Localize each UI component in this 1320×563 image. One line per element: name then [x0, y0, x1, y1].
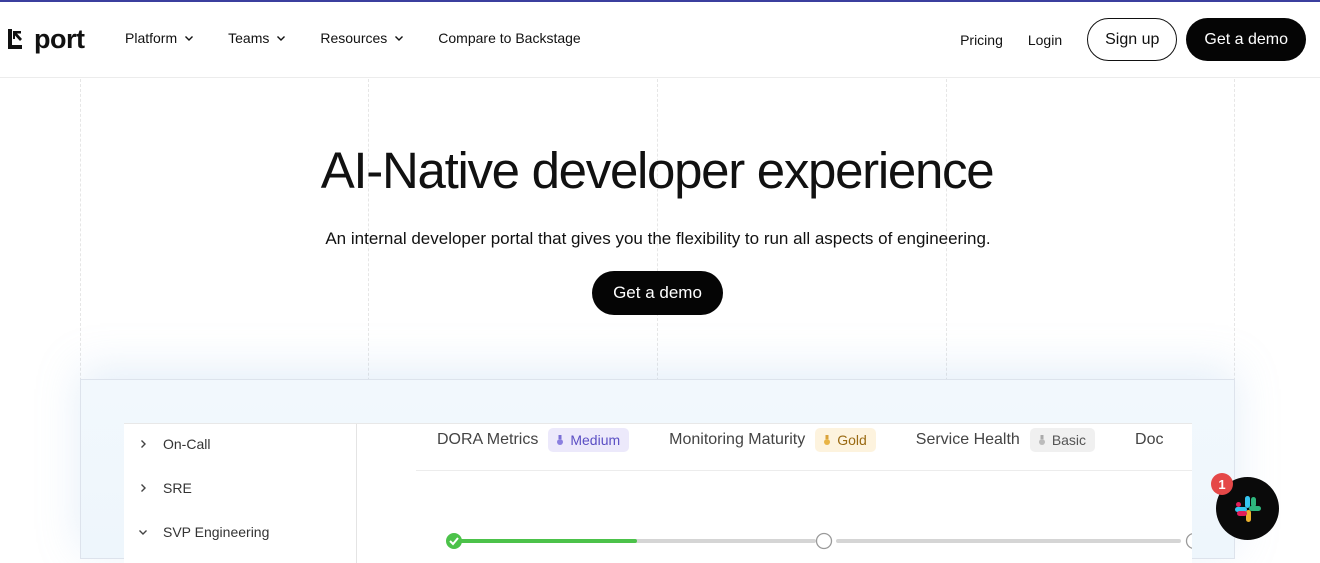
chevron-down-icon [276, 33, 286, 43]
medal-icon [1038, 435, 1046, 446]
sidebar-item-label: SRE [163, 480, 192, 496]
logo-text: port [34, 26, 84, 52]
sidebar-item-label: SVP Engineering [163, 524, 269, 540]
chevron-right-icon [138, 483, 148, 493]
hero-demo-button[interactable]: Get a demo [592, 271, 723, 315]
sidebar-item-svp-engineering[interactable]: SVP Engineering [138, 524, 269, 540]
badge-label: Gold [837, 432, 867, 448]
hero-subtitle: An internal developer portal that gives … [0, 229, 1316, 249]
pricing-link[interactable]: Pricing [960, 32, 1003, 48]
scorecard-row: DORA Metrics Medium Monitoring Maturity … [437, 428, 1174, 452]
header-actions: Pricing Login Sign up Get a demo [960, 18, 1306, 61]
preview-sidebar: On-Call SRE SVP Engineering [124, 424, 357, 563]
nav-teams-label: Teams [228, 30, 269, 46]
badge-label: Basic [1052, 432, 1086, 448]
port-logo-icon [8, 28, 30, 50]
product-preview-card: On-Call SRE SVP Engineering DORA Metrics… [124, 423, 1192, 563]
signup-button[interactable]: Sign up [1087, 18, 1177, 61]
medal-icon [823, 435, 831, 446]
nav-compare-backstage[interactable]: Compare to Backstage [438, 30, 580, 46]
nav-resources-label: Resources [320, 30, 387, 46]
chevron-down-icon [184, 33, 194, 43]
sidebar-item-label: On-Call [163, 436, 210, 452]
empty-step-icon [817, 534, 832, 549]
nav-teams[interactable]: Teams [228, 30, 286, 46]
chevron-down-icon [394, 33, 404, 43]
logo[interactable]: port [8, 26, 84, 52]
hero-title: AI-Native developer experience [0, 141, 1314, 200]
nav-resources[interactable]: Resources [320, 30, 404, 46]
check-step-icon [446, 533, 462, 549]
metric-dora-label: DORA Metrics [437, 431, 538, 449]
maturity-progress-track [444, 531, 1192, 551]
chevron-right-icon [138, 439, 148, 449]
notification-count-badge: 1 [1211, 473, 1233, 495]
level-badge-basic: Basic [1030, 428, 1095, 452]
main-nav: Platform Teams Resources Compare to Back… [125, 30, 615, 46]
nav-platform-label: Platform [125, 30, 177, 46]
site-header: port Platform Teams Resources Compare to… [0, 2, 1320, 78]
chevron-down-icon [138, 527, 148, 537]
header-demo-button[interactable]: Get a demo [1186, 18, 1306, 61]
metric-doc-label: Doc [1135, 431, 1163, 449]
card-divider [416, 470, 1192, 471]
slack-icon [1233, 494, 1263, 524]
metric-service-health-label: Service Health [916, 431, 1020, 449]
sidebar-item-on-call[interactable]: On-Call [138, 436, 210, 452]
nav-compare-label: Compare to Backstage [438, 30, 580, 46]
sidebar-item-sre[interactable]: SRE [138, 480, 192, 496]
level-badge-gold: Gold [815, 428, 876, 452]
metric-monitoring-label: Monitoring Maturity [669, 431, 805, 449]
login-link[interactable]: Login [1028, 32, 1062, 48]
nav-platform[interactable]: Platform [125, 30, 194, 46]
badge-label: Medium [570, 432, 620, 448]
empty-step-icon [1187, 534, 1193, 549]
level-badge-medium: Medium [548, 428, 629, 452]
medal-icon [556, 435, 564, 446]
